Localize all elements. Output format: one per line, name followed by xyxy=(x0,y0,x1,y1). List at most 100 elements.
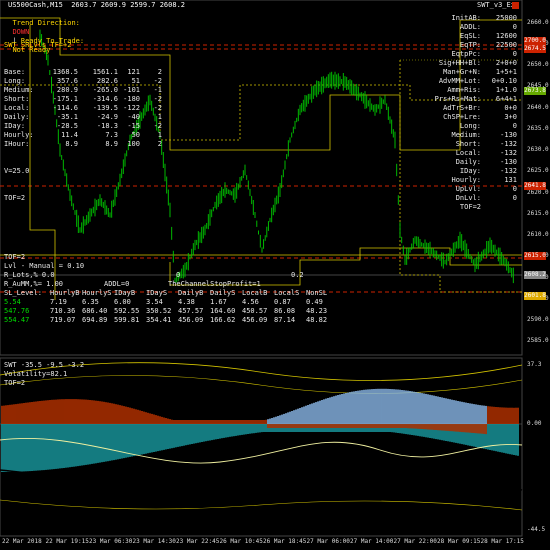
sl-header-row: SL_Level: HourlyB HourlyS IDayB IDayS DailyB D… xyxy=(4,289,338,298)
sr-cell: -122 xyxy=(123,104,140,112)
sl-cell: LocalB xyxy=(242,289,268,297)
setting-label: Prs+Rs+Mat: xyxy=(434,95,481,103)
sl-cell: 7.19 xyxy=(50,298,67,306)
setting-row: DnLvl: 0 xyxy=(425,194,517,203)
sr-cell: 1561.1 xyxy=(92,68,118,76)
sl-table-grid: SL_Level: HourlyB HourlyS IDayB IDayS DailyB D… xyxy=(4,289,338,325)
setting-label: Medium: xyxy=(451,131,481,139)
sl-cell: 87.14 xyxy=(274,316,296,324)
setting-value: 0 xyxy=(512,23,517,31)
sr-panel-title: SWT_SRLvls_TF=+2 xyxy=(4,41,72,49)
sr-cell: Hourly: xyxy=(4,131,34,139)
sr-tof: TOF=2 xyxy=(4,194,26,202)
sr-table: Base: 1368.5 1561.1 121 2 Long: 357.6 282.6 51 -2… xyxy=(4,68,166,149)
sr-cell: -314.6 xyxy=(92,95,118,103)
setting-value: 25000 xyxy=(495,14,517,22)
sl-cell: HourlyB xyxy=(50,289,80,297)
sr-cell: -40 xyxy=(127,113,140,121)
sl-cell: 5.54 xyxy=(4,298,21,306)
sl-cell: 164.60 xyxy=(210,307,236,315)
osc-volatility: Volatility=82.1 xyxy=(4,370,68,378)
setting-value: 0 xyxy=(512,122,517,130)
setting-row: TOF=2 xyxy=(425,203,517,212)
sr-cell: -2 xyxy=(153,104,162,112)
setting-value: -130 xyxy=(500,131,517,139)
sl-cell: 450.57 xyxy=(242,307,268,315)
sr-cell: 2 xyxy=(157,68,162,76)
sr-cell: 1 xyxy=(157,131,162,139)
setting-value: 0 xyxy=(512,194,517,202)
sl-cell: 456.09 xyxy=(242,316,268,324)
sl-cell: 457.57 xyxy=(178,307,204,315)
setting-value: -130 xyxy=(500,158,517,166)
sr-cell: IHour: xyxy=(4,140,30,148)
price-badge: 2601.8 xyxy=(524,292,546,300)
setting-row: AdTrS+Br: 0+0 xyxy=(425,104,517,113)
setting-row: ChSP+Lre: 3+0 xyxy=(425,113,517,122)
osc-level-zero: 0.00 xyxy=(527,420,542,427)
sl-cell: IDayS xyxy=(146,289,168,297)
sl-cell: 694.89 xyxy=(82,316,108,324)
sl-cell: 4.38 xyxy=(178,298,195,306)
sr-row: Long: 357.6 282.6 51 -2 xyxy=(4,77,166,86)
raumm-line: R_AuMM,%= 1.00 xyxy=(4,280,64,288)
setting-value: 0 xyxy=(512,50,517,58)
time-tick: 27 Mar 06:00 xyxy=(306,538,350,545)
sr-row: Base: 1368.5 1561.1 121 2 xyxy=(4,68,166,77)
time-tick: 23 Mar 06:30 xyxy=(89,538,133,545)
sl-row: 547.76 710.36 686.40 592.55 350.52 457.57 164.… xyxy=(4,307,338,316)
sr-cell: -1 xyxy=(153,86,162,94)
price-tick: 2635.0 xyxy=(527,124,549,132)
sr-cell: 357.6 xyxy=(56,77,78,85)
setting-row: Long: 0 xyxy=(425,122,517,131)
sr-cell: -175.1 xyxy=(52,95,78,103)
sl-cell: DailyS xyxy=(210,289,236,297)
setting-label: InitAB: xyxy=(451,14,481,22)
sl-cell: 4.56 xyxy=(242,298,259,306)
sl-cell: 350.52 xyxy=(146,307,172,315)
sr-cell: -114.6 xyxy=(52,104,78,112)
setting-label: AdvMM+Lot: xyxy=(438,77,481,85)
sl-cell: NonSL xyxy=(306,289,328,297)
setting-row: Daily: -130 xyxy=(425,158,517,167)
sr-cell: 8.9 xyxy=(105,140,118,148)
sr-row: IDay: -28.5 -18.3 -15 -2 xyxy=(4,122,166,131)
addl-line: ADDL=0 xyxy=(104,280,130,288)
time-tick: 23 Mar 14:30 xyxy=(132,538,176,545)
sr-v-line: V=25.0 xyxy=(4,167,30,175)
setting-value: 1+1.0 xyxy=(495,86,517,94)
sl-level-table: SL_Level: HourlyB HourlyS IDayB IDayS DailyB D… xyxy=(4,289,338,325)
time-tick: 28 Mar 09:15 xyxy=(437,538,481,545)
sr-cell: Base: xyxy=(4,68,26,76)
sr-cell: -2 xyxy=(153,77,162,85)
sl-cell: 456.09 xyxy=(178,316,204,324)
setting-label: ADDL: xyxy=(459,23,481,31)
sl-cell: DailyB xyxy=(178,289,204,297)
sr-row: Local: -114.6 -139.5 -122 -2 xyxy=(4,104,166,113)
sr-cell: 282.6 xyxy=(96,77,118,85)
price-tick: 2650.0 xyxy=(527,61,549,69)
setting-row: Man+Gr+N: 1+5+1 xyxy=(425,68,517,77)
setting-label: Daily: xyxy=(455,158,481,166)
setting-label: EqtpPc: xyxy=(451,50,481,58)
osc-level-bottom: -44.5 xyxy=(527,526,546,533)
sl-cell: 592.55 xyxy=(114,307,140,315)
sr-cell: 1 xyxy=(157,113,162,121)
sr-cell: Short: xyxy=(4,95,30,103)
time-tick: 22 Mar 2018 xyxy=(2,538,42,545)
time-tick: 27 Mar 22:00 xyxy=(393,538,437,545)
setting-row: ADDL: 0 xyxy=(425,23,517,32)
setting-label: EqSL: xyxy=(459,32,481,40)
price-badge: 2615.0 xyxy=(524,252,546,260)
sr-row: IHour: 8.9 8.9 100 2 xyxy=(4,140,166,149)
time-tick: 28 Mar 17:15 xyxy=(480,538,524,545)
expert-settings-panel: InitAB: 25000 ADDL: 0 EqSL: 12600 EqTP: 22500 Eq… xyxy=(425,14,517,212)
setting-value: 0+0 xyxy=(504,104,517,112)
time-tick: 26 Mar 10:45 xyxy=(219,538,263,545)
osc-level-top: 37.3 xyxy=(527,361,542,368)
indicator-close-icon[interactable] xyxy=(512,2,519,9)
setting-row: EqtpPc: 0 xyxy=(425,50,517,59)
setting-value: 1+5+1 xyxy=(495,68,517,76)
sr-cell: Long: xyxy=(4,77,26,85)
price-badge: 2700.0 xyxy=(524,37,546,45)
